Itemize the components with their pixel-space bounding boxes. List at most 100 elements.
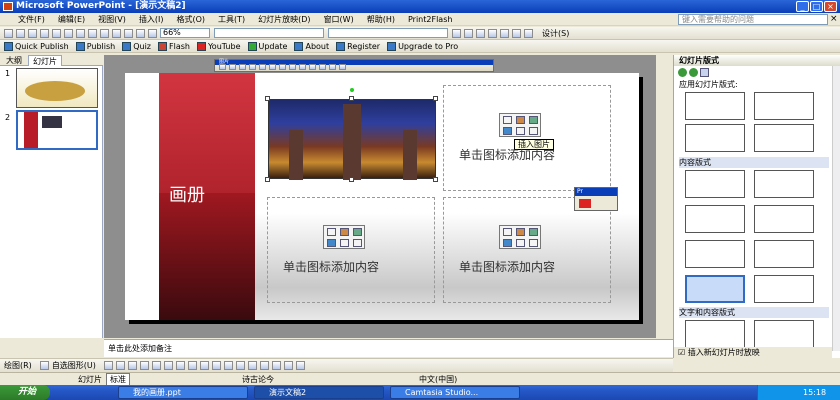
font-color-icon[interactable] bbox=[524, 28, 533, 38]
contrast-up-icon[interactable] bbox=[239, 64, 246, 70]
register-button[interactable]: Register bbox=[336, 41, 380, 51]
chart-icon[interactable] bbox=[516, 228, 525, 236]
transparent-icon[interactable] bbox=[329, 64, 336, 70]
layout-blank[interactable] bbox=[685, 170, 745, 198]
table-icon[interactable] bbox=[327, 228, 336, 236]
menu-print2flash[interactable]: Print2Flash bbox=[408, 15, 452, 24]
brightness-down-icon[interactable] bbox=[269, 64, 276, 70]
tab-slides[interactable]: 幻灯片 bbox=[28, 55, 62, 66]
layout-text-content-2[interactable] bbox=[754, 320, 814, 348]
autoshape-menu[interactable]: 自选图形(U) bbox=[52, 360, 96, 371]
media-icon[interactable] bbox=[529, 127, 538, 135]
menu-window[interactable]: 窗口(W) bbox=[324, 14, 354, 25]
layout-title-content[interactable] bbox=[685, 205, 745, 233]
content-placeholder-4[interactable] bbox=[443, 197, 611, 303]
resize-handle[interactable] bbox=[433, 177, 438, 182]
color-icon[interactable] bbox=[229, 64, 236, 70]
media-icon[interactable] bbox=[529, 239, 538, 247]
resize-handle[interactable] bbox=[349, 96, 354, 101]
clipart-icon[interactable] bbox=[529, 228, 538, 236]
minimize-button[interactable]: _ bbox=[796, 1, 809, 12]
align-right-icon[interactable] bbox=[512, 28, 521, 38]
task-pane-scrollbar[interactable] bbox=[832, 66, 840, 351]
slide-thumbnail-1[interactable] bbox=[16, 68, 98, 108]
layout-text-content-1[interactable] bbox=[685, 320, 745, 348]
font-color-icon[interactable] bbox=[235, 361, 245, 370]
layout-content-over[interactable] bbox=[685, 240, 745, 268]
rotate-icon[interactable] bbox=[289, 64, 296, 70]
task-my-album[interactable]: 我的画册.ppt bbox=[118, 386, 248, 399]
quick-publish-button[interactable]: Quick Publish bbox=[4, 41, 69, 51]
layout-content[interactable] bbox=[754, 170, 814, 198]
clipart-icon[interactable] bbox=[353, 228, 362, 236]
media-icon[interactable] bbox=[353, 239, 362, 247]
content-icons[interactable] bbox=[499, 225, 541, 249]
reset-icon[interactable] bbox=[339, 64, 346, 70]
bold-icon[interactable] bbox=[452, 28, 461, 38]
task-camtasia[interactable]: Camtasia Studio... bbox=[390, 386, 520, 399]
open-icon[interactable] bbox=[16, 28, 25, 38]
about-button[interactable]: About bbox=[294, 41, 329, 51]
resize-handle[interactable] bbox=[265, 96, 270, 101]
preview-icon[interactable] bbox=[52, 28, 61, 38]
design-button[interactable]: 设计(S) bbox=[542, 28, 569, 39]
menu-tools[interactable]: 工具(T) bbox=[218, 14, 245, 25]
layout-title-only[interactable] bbox=[685, 92, 745, 120]
line-style-icon[interactable] bbox=[247, 361, 257, 370]
church-picture[interactable] bbox=[268, 99, 436, 180]
forward-icon[interactable] bbox=[689, 68, 698, 77]
crop-icon[interactable] bbox=[279, 64, 286, 70]
italic-icon[interactable] bbox=[464, 28, 473, 38]
maximize-button[interactable]: □ bbox=[810, 1, 823, 12]
underline-icon[interactable] bbox=[476, 28, 485, 38]
rectangle-icon[interactable] bbox=[127, 361, 137, 370]
clipart-icon[interactable] bbox=[529, 116, 538, 124]
menu-view[interactable]: 视图(V) bbox=[98, 14, 126, 25]
oval-icon[interactable] bbox=[139, 361, 149, 370]
new-icon[interactable] bbox=[4, 28, 13, 38]
line-icon[interactable] bbox=[103, 361, 113, 370]
chart-icon[interactable] bbox=[516, 116, 525, 124]
diagram-icon[interactable] bbox=[175, 361, 185, 370]
layout-two-content[interactable] bbox=[754, 205, 814, 233]
diagram-icon[interactable] bbox=[340, 239, 349, 247]
slide-canvas[interactable]: 画册 插入图片 单击图标添加内容 单击图标添加内容 单击图标添加内容 bbox=[125, 73, 639, 320]
update-button[interactable]: Update bbox=[247, 41, 287, 51]
tab-outline[interactable]: 大纲 bbox=[2, 55, 26, 66]
arrow-icon[interactable] bbox=[115, 361, 125, 370]
back-icon[interactable] bbox=[678, 68, 687, 77]
diagram-icon[interactable] bbox=[516, 127, 525, 135]
picture-icon[interactable] bbox=[503, 239, 512, 247]
layout-title-text[interactable] bbox=[754, 92, 814, 120]
draw-menu[interactable]: 绘图(R) bbox=[4, 360, 32, 371]
menu-edit[interactable]: 编辑(E) bbox=[58, 14, 85, 25]
upgrade-button[interactable]: Upgrade to Pro bbox=[387, 41, 458, 51]
compress-icon[interactable] bbox=[309, 64, 316, 70]
layout-two-text[interactable] bbox=[754, 124, 814, 152]
table-icon[interactable] bbox=[136, 28, 145, 38]
picture-icon[interactable] bbox=[199, 361, 209, 370]
content-placeholder-2[interactable] bbox=[443, 85, 611, 191]
menu-file[interactable]: 文件(F) bbox=[18, 14, 45, 25]
paste-icon[interactable] bbox=[88, 28, 97, 38]
content-icons[interactable] bbox=[323, 225, 365, 249]
layout-four-content-selected[interactable] bbox=[685, 275, 745, 303]
content-icons[interactable] bbox=[499, 113, 541, 137]
cut-icon[interactable] bbox=[64, 28, 73, 38]
flash-icon[interactable] bbox=[579, 199, 591, 208]
save-icon[interactable] bbox=[28, 28, 37, 38]
menu-slideshow[interactable]: 幻灯片放映(D) bbox=[258, 14, 310, 25]
home-icon[interactable] bbox=[700, 68, 709, 77]
rotate-handle[interactable] bbox=[350, 88, 354, 92]
diagram-icon[interactable] bbox=[516, 239, 525, 247]
fill-color-icon[interactable] bbox=[211, 361, 221, 370]
zoom-select[interactable]: 66% bbox=[160, 28, 210, 38]
chart-icon[interactable] bbox=[340, 228, 349, 236]
quiz-button[interactable]: Quiz bbox=[122, 41, 151, 51]
slide-thumbnail-2[interactable] bbox=[16, 110, 98, 150]
flash-button[interactable]: Flash bbox=[158, 41, 190, 51]
line-style-icon[interactable] bbox=[299, 64, 306, 70]
align-left-icon[interactable] bbox=[488, 28, 497, 38]
table-icon[interactable] bbox=[503, 228, 512, 236]
menu-insert[interactable]: 插入(I) bbox=[139, 14, 164, 25]
